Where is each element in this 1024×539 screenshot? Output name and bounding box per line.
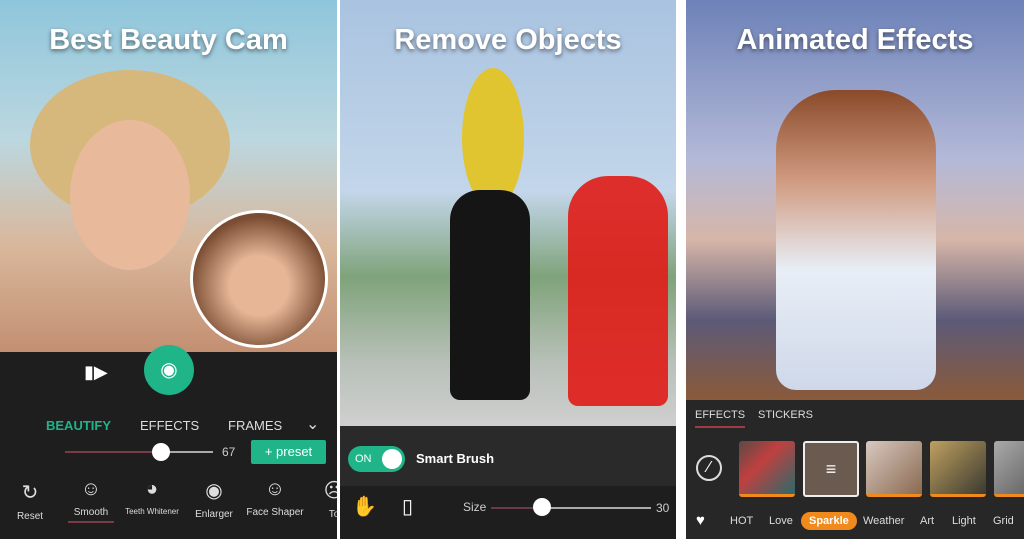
- tab-beautify[interactable]: BEAUTIFY: [46, 418, 111, 433]
- camera-icon: ◉: [160, 359, 178, 381]
- tab-frames[interactable]: FRAMES: [228, 418, 282, 433]
- category-weather[interactable]: Weather: [863, 515, 904, 527]
- effect-thumb[interactable]: [994, 441, 1024, 497]
- effect-thumb[interactable]: [866, 441, 922, 497]
- tool-reset[interactable]: ↻ Reset: [0, 480, 62, 522]
- intensity-slider[interactable]: [65, 451, 213, 453]
- category-light[interactable]: Light: [952, 515, 976, 527]
- face-icon: ☺: [80, 478, 102, 500]
- eye-icon: ◉: [205, 480, 223, 502]
- category-art[interactable]: Art: [920, 515, 934, 527]
- headline: Animated Effects: [736, 24, 974, 56]
- tab-effects[interactable]: EFFECTS: [140, 418, 199, 433]
- sliders-icon: ≡: [825, 459, 837, 479]
- sparkle-photo: [686, 0, 1024, 400]
- favorites-heart-icon[interactable]: ♥: [696, 512, 705, 529]
- removed-object-highlight: [568, 176, 668, 406]
- category-love[interactable]: Love: [769, 515, 793, 527]
- size-label: Size: [463, 500, 487, 514]
- face: [70, 120, 190, 270]
- video-camera-icon[interactable]: ▮▶: [84, 362, 108, 383]
- size-slider-knob[interactable]: [533, 498, 551, 516]
- preset-button[interactable]: + preset: [251, 440, 326, 464]
- face-shaper-icon: ☺: [264, 478, 286, 500]
- headline: Remove Objects: [394, 24, 622, 56]
- smart-brush-label: Smart Brush: [416, 451, 495, 466]
- toggle-knob: [382, 449, 402, 469]
- eraser-icon[interactable]: ▯: [402, 494, 413, 519]
- effect-thumb-selected[interactable]: ≡: [803, 441, 859, 497]
- smart-brush-toggle[interactable]: ON: [348, 446, 405, 472]
- slider-knob[interactable]: [152, 443, 170, 461]
- category-sparkle[interactable]: Sparkle: [801, 512, 857, 530]
- reset-icon: ↻: [21, 482, 39, 504]
- skater-photo: [340, 0, 676, 426]
- camera-button[interactable]: ◉: [144, 345, 194, 395]
- beauty-cam-panel: Best Beauty Cam ▮▶ ◉ BEAUTIFY EFFECTS FR…: [0, 0, 337, 539]
- slider-value: 67: [222, 445, 236, 459]
- tool-more[interactable]: ☹ To: [302, 478, 337, 520]
- animated-effects-panel: Animated Effects EFFECTS STICKERS ⁄ ≡ ♥ …: [686, 0, 1024, 539]
- face-icon: ☹: [323, 480, 337, 502]
- surfboard: [462, 68, 524, 208]
- headline: Best Beauty Cam: [49, 24, 288, 56]
- category-hot[interactable]: HOT: [730, 515, 753, 527]
- category-grid[interactable]: Grid: [993, 515, 1014, 527]
- no-effect-icon[interactable]: ⁄: [696, 455, 722, 481]
- remove-objects-panel: Remove Objects ON Smart Brush ✋ ▯ Size 3…: [340, 0, 676, 539]
- brush-hand-icon[interactable]: ✋: [352, 494, 377, 519]
- woman: [776, 90, 936, 390]
- effect-thumb[interactable]: [739, 441, 795, 497]
- effect-thumb[interactable]: [930, 441, 986, 497]
- skater: [450, 190, 530, 400]
- size-value: 30: [656, 501, 670, 515]
- tool-face-shaper[interactable]: ☺ Face Shaper: [243, 478, 307, 518]
- tab-stickers[interactable]: STICKERS: [758, 409, 813, 421]
- size-slider[interactable]: [491, 507, 651, 509]
- inset-photo: [190, 210, 328, 348]
- tab-effects[interactable]: EFFECTS: [695, 409, 746, 428]
- tool-enlarger[interactable]: ◉ Enlarger: [182, 478, 246, 520]
- tool-smooth[interactable]: ☺ Smooth: [59, 478, 123, 523]
- tool-teeth-whitener[interactable]: ◕ Teeth Whitener: [120, 478, 184, 516]
- chevron-down-icon[interactable]: ⌄: [306, 414, 319, 434]
- lips-icon: ◕: [145, 478, 159, 500]
